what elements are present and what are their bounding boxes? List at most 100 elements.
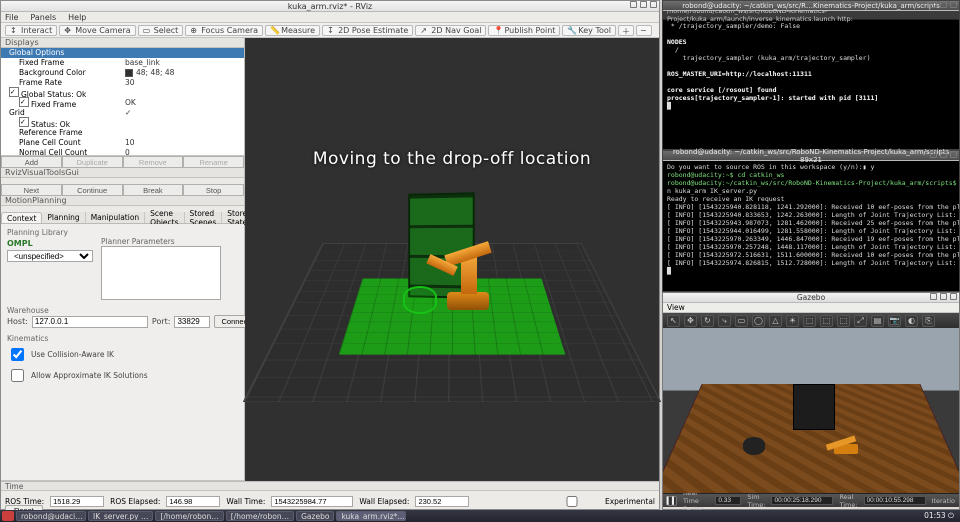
toolbar-measure[interactable]: 📏Measure [265, 25, 320, 36]
gazebo-tool-button[interactable]: ↖ [667, 315, 680, 327]
property-tree[interactable]: Global OptionsFixed Framebase_linkBackgr… [1, 48, 244, 156]
taskbar-item[interactable]: [/home/robon… [155, 511, 223, 521]
gazebo-tool-button[interactable]: ☀ [786, 315, 799, 327]
gazebo-tool-button[interactable]: ⬚ [837, 315, 850, 327]
port-input[interactable] [174, 316, 210, 328]
toolbar-select[interactable]: ▭Select [138, 25, 184, 36]
close-icon[interactable] [950, 151, 957, 158]
toolbar-interact[interactable]: ↕Interact [5, 25, 57, 36]
gazebo-tool-button[interactable]: 📷 [888, 315, 901, 327]
rtf-value[interactable] [715, 496, 741, 505]
taskbar-item[interactable]: Gazebo [296, 511, 334, 521]
toolbar-move-camera[interactable]: ✥Move Camera [59, 25, 135, 36]
prop-row[interactable]: Plane Cell Count10 [1, 138, 244, 148]
break-button[interactable]: Break [123, 184, 184, 196]
prop-row[interactable]: Reference Frame [1, 128, 244, 138]
terminal-1-tab[interactable]: /home/robond/catkin_ws/src/RoboND-Kinema… [663, 11, 959, 20]
taskbar-item[interactable]: robond@udaci… [16, 511, 86, 521]
terminal-2-body[interactable]: Do you want to source ROS in this worksp… [663, 161, 959, 277]
minimize-icon[interactable] [630, 1, 637, 8]
minimize-icon[interactable] [930, 1, 937, 8]
rviz-3d-view[interactable]: Moving to the drop-off location [245, 38, 659, 481]
tab-manipulation[interactable]: Manipulation [86, 212, 145, 223]
maximize-icon[interactable] [940, 1, 947, 8]
gazebo-3d-view[interactable] [663, 328, 959, 493]
collision-aware-ik-checkbox[interactable] [11, 348, 24, 361]
close-icon[interactable] [950, 293, 957, 300]
continue-button[interactable]: Continue [62, 184, 123, 196]
taskbar-clock[interactable]: 01:53 ⏻ [924, 511, 958, 521]
gazebo-tool-button[interactable]: ⬚ [820, 315, 833, 327]
gazebo-tool-button[interactable]: ◯ [752, 315, 765, 327]
ros-time-value[interactable] [50, 496, 104, 507]
gazebo-tool-button[interactable]: △ [769, 315, 782, 327]
gazebo-tool-button[interactable]: ⎘ [922, 315, 935, 327]
menu-help[interactable]: Help [68, 13, 86, 22]
prop-row[interactable]: Status: Ok [1, 118, 244, 128]
approx-ik-checkbox[interactable] [11, 369, 24, 382]
taskbar-item[interactable]: kuka_arm.rviz*… [336, 511, 406, 521]
planner-params-list[interactable] [101, 246, 221, 300]
taskbar-items: robond@udaci…IK_server.py …[/home/robon…… [16, 511, 406, 521]
toolbar-publish-point[interactable]: 📍Publish Point [488, 25, 560, 36]
next-button[interactable]: Next [1, 184, 62, 196]
gazebo-tool-button[interactable]: ◐ [905, 315, 918, 327]
experimental-checkbox[interactable] [545, 496, 599, 507]
prop-row[interactable]: Fixed Framebase_link [1, 58, 244, 68]
tab-stored-scenes[interactable]: Stored Scenes [185, 212, 223, 223]
taskbar-item[interactable]: IK_server.py … [88, 511, 153, 521]
toolbar-btn[interactable]: − [636, 25, 652, 36]
prop-row[interactable]: Global Options [1, 48, 244, 58]
host-input[interactable] [32, 316, 148, 328]
prop-row[interactable]: Fixed FrameOK [1, 98, 244, 108]
toolbar-key-tool[interactable]: 🔧Key Tool [562, 25, 616, 36]
tab-scene-objects[interactable]: Scene Objects [145, 212, 184, 223]
gazebo-titlebar[interactable]: Gazebo [663, 293, 959, 303]
remove-button: Remove [123, 156, 184, 168]
menu-file[interactable]: File [5, 13, 18, 22]
toolbar-2d-nav-goal[interactable]: ↗2D Nav Goal [415, 25, 486, 36]
minimize-icon[interactable] [930, 293, 937, 300]
gazebo-menu-view[interactable]: View [667, 303, 685, 312]
ros-elapsed-value[interactable] [166, 496, 220, 507]
maximize-icon[interactable] [640, 1, 647, 8]
taskbar-item[interactable]: [/home/robon… [226, 511, 294, 521]
gazebo-tool-button[interactable]: ⬚ [803, 315, 816, 327]
gazebo-tool-button[interactable]: ▤ [871, 315, 884, 327]
collision-aware-ik-check[interactable]: Use Collision-Aware IK [7, 345, 238, 364]
start-menu-icon[interactable] [2, 511, 14, 521]
experimental-check[interactable]: Experimental [541, 493, 655, 510]
close-icon[interactable] [650, 1, 657, 8]
simtime-value[interactable] [771, 496, 833, 505]
terminal-2-titlebar[interactable]: robond@udacity: ~/catkin_ws/src/RoboND-K… [663, 151, 959, 161]
terminal-1-body[interactable]: * /trajectory_sampler/demo: False NODES … [663, 20, 959, 112]
prop-row[interactable]: Normal Cell Count0 [1, 148, 244, 156]
prop-row[interactable]: Background Color48; 48; 48 [1, 68, 244, 78]
gazebo-tool-button[interactable]: ⤢ [854, 315, 867, 327]
gazebo-tool-button[interactable]: ⤷ [718, 315, 731, 327]
wall-time-value[interactable] [271, 496, 353, 507]
minimize-icon[interactable] [930, 151, 937, 158]
rviz-titlebar[interactable]: kuka_arm.rviz* - RViz [1, 1, 659, 12]
pause-button[interactable]: ▍▍ [667, 496, 677, 506]
toolbar-2d-pose-estimate[interactable]: ↧2D Pose Estimate [322, 25, 413, 36]
gazebo-tool-button[interactable]: ▭ [735, 315, 748, 327]
planner-params-label: Planner Parameters [101, 237, 221, 246]
toolbar-focus-camera[interactable]: ⊕Focus Camera [185, 25, 263, 36]
add-button[interactable]: Add [1, 156, 62, 168]
gazebo-tool-button[interactable]: ✥ [684, 315, 697, 327]
close-icon[interactable] [950, 1, 957, 8]
tab-context[interactable]: Context [1, 212, 42, 223]
gazebo-tool-button[interactable]: ↻ [701, 315, 714, 327]
planner-select[interactable]: <unspecified> [7, 250, 93, 262]
stop-button[interactable]: Stop [183, 184, 244, 196]
maximize-icon[interactable] [940, 293, 947, 300]
maximize-icon[interactable] [940, 151, 947, 158]
menu-panels[interactable]: Panels [30, 13, 56, 22]
approx-ik-check[interactable]: Allow Approximate IK Solutions [7, 366, 238, 385]
realtime-value[interactable] [864, 496, 926, 505]
terminal-1-titlebar[interactable]: robond@udacity: ~/catkin_ws/src/R…Kinema… [663, 1, 959, 11]
tab-planning[interactable]: Planning [42, 212, 85, 223]
wall-elapsed-value[interactable] [415, 496, 469, 507]
toolbar-btn[interactable]: ＋ [618, 25, 634, 36]
